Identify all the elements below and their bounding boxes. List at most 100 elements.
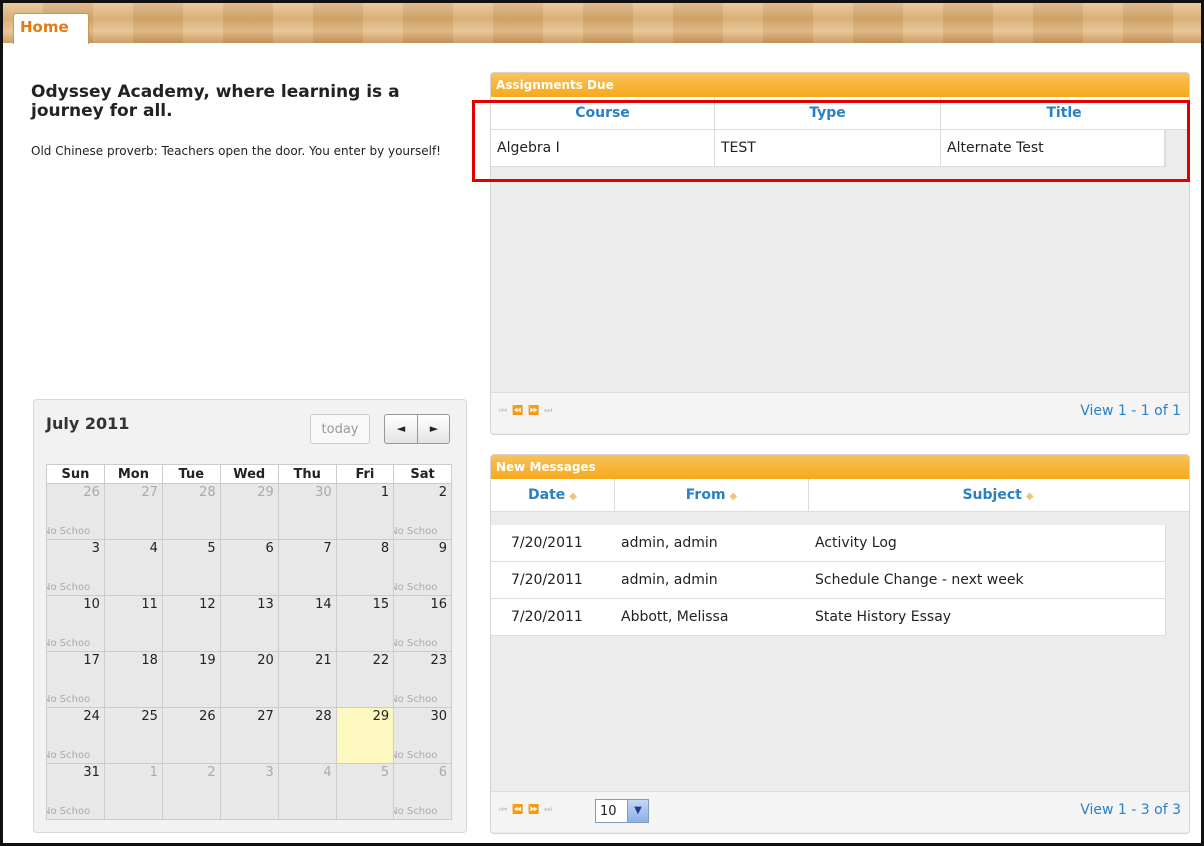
calendar-day-cell[interactable]: 14 [277,595,337,652]
calendar-day-cell[interactable]: 31 No Schoo [46,763,105,820]
calendar-event[interactable]: No Schoo [47,750,105,761]
calendar-day-cell[interactable]: 22 [335,651,395,708]
day-number: 13 [257,597,274,612]
day-number: 16 [430,597,447,612]
column-header-date[interactable]: Date ◆ [491,479,615,511]
calendar-week-row: 10 No Schoo 11 12 13 14 15 16 No Schoo [46,595,452,652]
calendar-day-cell[interactable]: 30 No Schoo [393,707,452,764]
calendar-day-cell[interactable]: 19 [161,651,221,708]
calendar-day-cell[interactable]: 28 [277,707,337,764]
calendar-day-cell[interactable]: 3 No Schoo [46,539,105,596]
day-number: 1 [149,765,158,780]
calendar-day-cell[interactable]: 28 [161,483,221,540]
calendar-day-cell[interactable]: 1 [103,763,163,820]
day-number: 2 [207,765,216,780]
column-header-subject[interactable]: Subject ◆ [809,479,1187,511]
calendar-day-cell[interactable]: 6 No Schoo [393,763,452,820]
day-number: 30 [430,709,447,724]
calendar-event[interactable]: No Schoo [394,526,452,537]
sort-icon: ◆ [569,491,577,502]
day-number: 11 [141,597,158,612]
calendar-day-cell[interactable]: 29 [335,707,395,764]
calendar-day-cell[interactable]: 1 [335,483,395,540]
calendar-day-cell[interactable]: 16 No Schoo [393,595,452,652]
today-button[interactable]: today [310,414,370,444]
column-header-type[interactable]: Type [715,97,941,129]
weekday-header: Thu [277,464,337,484]
calendar-day-cell[interactable]: 2 No Schoo [393,483,452,540]
calendar-day-cell[interactable]: 26 [161,707,221,764]
calendar-day-cell[interactable]: 13 [219,595,279,652]
calendar-day-cell[interactable]: 3 [219,763,279,820]
messages-panel-title: New Messages [491,455,1189,479]
day-number: 6 [438,765,447,780]
calendar-day-cell[interactable]: 7 [277,539,337,596]
table-row[interactable]: 7/20/2011 Abbott, Melissa State History … [491,599,1166,636]
calendar-body: 26 No Schoo 27 28 29 30 1 2 No Schoo 3 No Schoo 4 5 6… [46,483,452,820]
prev-month-button[interactable]: ◄ [385,415,417,443]
weekday-header: Sun [46,464,105,484]
column-header-course[interactable]: Course [491,97,715,129]
calendar-day-cell[interactable]: 20 [219,651,279,708]
calendar-day-cell[interactable]: 24 No Schoo [46,707,105,764]
tab-home[interactable]: Home [13,13,89,44]
calendar-event[interactable]: No Schoo [394,694,452,705]
cell-subject: State History Essay [815,609,952,625]
calendar-day-cell[interactable]: 27 [103,483,163,540]
calendar-event[interactable]: No Schoo [394,750,452,761]
calendar-day-cell[interactable]: 8 [335,539,395,596]
calendar-day-cell[interactable]: 17 No Schoo [46,651,105,708]
table-row[interactable]: 7/20/2011 admin, admin Activity Log [491,525,1166,562]
calendar-event[interactable]: No Schoo [47,582,105,593]
calendar-event[interactable]: No Schoo [394,582,452,593]
weekday-row: Sun Mon Tue Wed Thu Fri Sat [46,464,452,484]
day-number: 15 [372,597,390,612]
calendar-day-cell[interactable]: 15 [335,595,395,652]
table-row[interactable]: 7/20/2011 admin, admin Schedule Change -… [491,562,1166,599]
calendar-day-cell[interactable]: 11 [103,595,163,652]
calendar-day-cell[interactable]: 25 [103,707,163,764]
calendar-day-cell[interactable]: 29 [219,483,279,540]
calendar-day-cell[interactable]: 30 [277,483,337,540]
day-number: 30 [315,485,332,500]
day-number: 1 [380,485,390,500]
column-header-from[interactable]: From ◆ [615,479,809,511]
calendar-day-cell[interactable]: 9 No Schoo [393,539,452,596]
pager-nav-icons[interactable]: ⏮ ⏪ ⏩ ⏭ [499,805,553,815]
cell-from: admin, admin [621,535,718,551]
day-number: 29 [372,709,390,724]
calendar-day-cell[interactable]: 10 No Schoo [46,595,105,652]
calendar-day-cell[interactable]: 6 [219,539,279,596]
tab-home-label: Home [20,18,69,36]
calendar-day-cell[interactable]: 27 [219,707,279,764]
page-size-select[interactable]: 10 ▼ [595,799,649,823]
calendar-event[interactable]: No Schoo [47,806,105,817]
assignments-panel-title: Assignments Due [491,73,1189,97]
next-month-button[interactable]: ► [418,415,450,443]
day-number: 2 [438,485,447,500]
calendar-event[interactable]: No Schoo [394,806,452,817]
pager-nav-icons[interactable]: ⏮ ⏪ ⏩ ⏭ [499,406,553,416]
calendar-day-cell[interactable]: 4 [277,763,337,820]
calendar-event[interactable]: No Schoo [47,694,105,705]
calendar-day-cell[interactable]: 21 [277,651,337,708]
day-number: 28 [315,709,332,724]
calendar-day-cell[interactable]: 2 [161,763,221,820]
column-header-from-label: From [685,487,726,503]
day-number: 21 [315,653,332,668]
calendar-day-cell[interactable]: 18 [103,651,163,708]
table-row[interactable]: Algebra I TEST Alternate Test [491,130,1166,167]
day-number: 17 [83,653,100,668]
calendar-day-cell[interactable]: 23 No Schoo [393,651,452,708]
calendar-day-cell[interactable]: 5 [161,539,221,596]
day-number: 26 [199,709,216,724]
calendar-day-cell[interactable]: 12 [161,595,221,652]
calendar-day-cell[interactable]: 4 [103,539,163,596]
calendar-day-cell[interactable]: 5 [335,763,395,820]
calendar-event[interactable]: No Schoo [47,526,105,537]
column-header-title[interactable]: Title [941,97,1187,129]
calendar-event[interactable]: No Schoo [394,638,452,649]
calendar-event[interactable]: No Schoo [47,638,105,649]
calendar-day-cell[interactable]: 26 No Schoo [46,483,105,540]
day-number: 19 [199,653,216,668]
